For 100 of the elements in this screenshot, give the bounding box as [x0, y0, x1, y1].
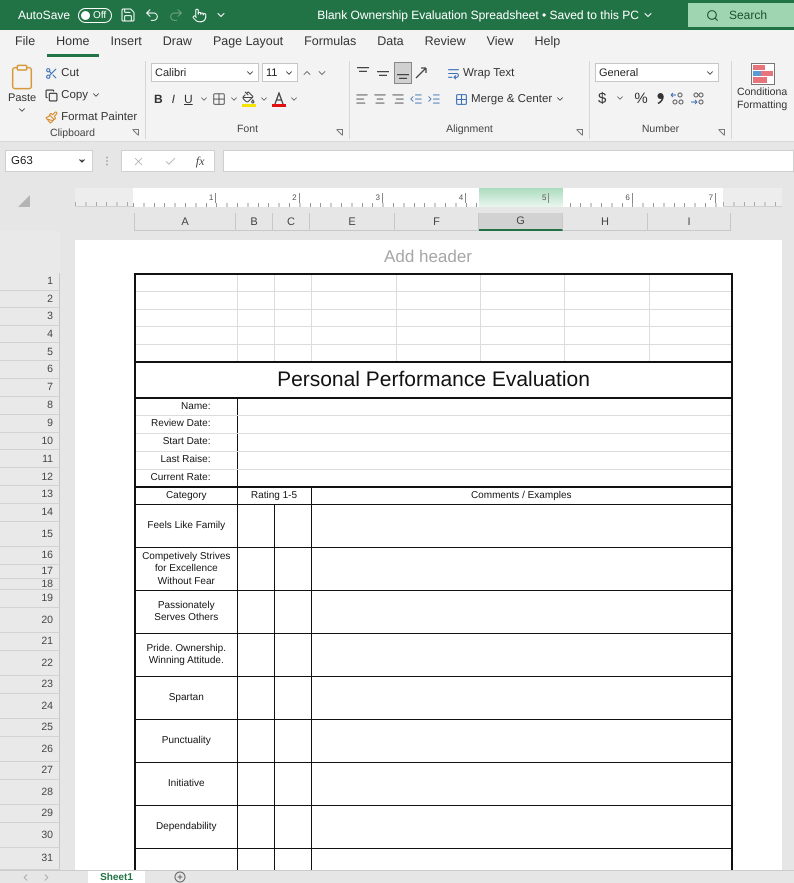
row-header[interactable]: 27 [0, 762, 60, 780]
name-box[interactable]: G63 [5, 150, 93, 172]
merge-center-button[interactable]: Merge & Center [453, 89, 568, 109]
font-size-field[interactable]: 11 [262, 63, 298, 82]
row-header[interactable]: 22 [0, 650, 60, 676]
insert-function-button[interactable]: fx [196, 154, 204, 168]
row-header[interactable]: 4 [0, 326, 60, 344]
rating-cell[interactable] [237, 590, 274, 634]
paste-button[interactable]: Paste [5, 63, 40, 127]
row-header[interactable]: 5 [0, 343, 60, 361]
rating-cell[interactable] [274, 548, 311, 591]
copy-button[interactable]: Copy [43, 85, 140, 105]
menu-tab[interactable]: View [478, 34, 523, 57]
row-header[interactable]: 3 [0, 308, 60, 326]
column-header[interactable]: G [479, 213, 563, 231]
row-header[interactable]: 2 [0, 290, 60, 308]
wrap-text-button[interactable]: Wrap Text [445, 63, 516, 83]
rating-cell[interactable] [237, 676, 274, 720]
dialog-launcher-icon[interactable] [718, 129, 725, 136]
column-header[interactable]: H [563, 213, 648, 231]
menu-tab[interactable]: Formulas [295, 34, 366, 57]
number-format-field[interactable]: General [595, 63, 719, 82]
rating-cell[interactable] [274, 720, 311, 763]
percent-button[interactable]: % [631, 88, 651, 108]
row-header[interactable]: 8 [0, 396, 60, 415]
currency-button[interactable]: $ [595, 88, 610, 108]
row-header[interactable]: 30 [0, 822, 60, 848]
column-header[interactable]: E [310, 213, 395, 231]
row-header[interactable]: 7 [0, 378, 60, 397]
row-header[interactable]: 26 [0, 736, 60, 762]
rating-cell[interactable] [274, 762, 311, 806]
ruler-mark: 5 [466, 192, 550, 202]
row-header[interactable]: 25 [0, 718, 60, 737]
row-header[interactable]: 16 [0, 546, 60, 565]
row-header[interactable]: 6 [0, 360, 60, 379]
rating-cell[interactable] [237, 548, 274, 591]
bold-button[interactable]: B [151, 89, 166, 109]
row-header[interactable]: 19 [0, 590, 60, 608]
rating-cell[interactable] [274, 806, 311, 849]
row-header[interactable]: 9 [0, 414, 60, 433]
menu-tab[interactable]: Draw [154, 34, 201, 57]
row-header[interactable]: 13 [0, 486, 60, 504]
row-header[interactable]: 14 [0, 504, 60, 522]
row-header[interactable]: 10 [0, 432, 60, 450]
menu-tab[interactable]: Review [416, 34, 475, 57]
row-header[interactable]: 23 [0, 676, 60, 694]
format-painter-button[interactable]: Format Painter [43, 107, 140, 127]
dialog-launcher-icon[interactable] [336, 129, 343, 136]
row-header[interactable]: 28 [0, 780, 60, 805]
undo-icon[interactable] [144, 7, 160, 23]
increase-decimal-icon[interactable] [670, 91, 684, 105]
touch-mode-icon[interactable] [192, 8, 208, 22]
dialog-launcher-icon[interactable] [132, 129, 139, 136]
decrease-decimal-icon[interactable] [690, 91, 704, 105]
menu-tab[interactable]: Help [526, 34, 570, 57]
rating-cell[interactable] [237, 720, 274, 763]
column-header[interactable]: I [648, 213, 731, 231]
autosave-toggle[interactable]: Off [78, 8, 112, 22]
rating-cell[interactable] [274, 504, 311, 548]
bottom-align-icon [397, 74, 409, 79]
rating-cell[interactable] [274, 590, 311, 634]
fill-color-icon[interactable] [242, 91, 256, 107]
rating-cell[interactable] [274, 634, 311, 677]
search-field[interactable]: Search [688, 3, 794, 27]
column-header[interactable]: C [273, 213, 310, 231]
italic-button[interactable]: I [168, 89, 178, 109]
font-color-icon[interactable] [272, 92, 286, 106]
menu-tab[interactable]: File [6, 34, 44, 57]
bottom-align-button[interactable] [395, 63, 411, 83]
underline-button[interactable]: U [181, 89, 196, 109]
save-icon[interactable] [120, 7, 136, 23]
menu-tab[interactable]: Page Layout [204, 34, 292, 57]
conditional-formatting-button[interactable]: Conditiona Formatting [737, 63, 788, 139]
row-header[interactable]: 15 [0, 522, 60, 547]
rating-cell[interactable] [237, 634, 274, 677]
cut-button[interactable]: Cut [43, 63, 140, 83]
rating-cell[interactable] [237, 762, 274, 806]
column-header[interactable]: F [395, 213, 479, 231]
row-header[interactable]: 17 [0, 564, 60, 579]
row-header[interactable]: 21 [0, 632, 60, 651]
sheet-tab[interactable]: Sheet1 [88, 870, 145, 883]
row-header[interactable]: 12 [0, 468, 60, 486]
row-header[interactable]: 20 [0, 608, 60, 633]
row-header[interactable]: 18 [0, 578, 60, 590]
new-sheet-icon[interactable] [174, 871, 186, 883]
menu-tab[interactable]: Insert [102, 34, 151, 57]
column-header[interactable]: B [236, 213, 273, 231]
dialog-launcher-icon[interactable] [576, 129, 583, 136]
rating-cell[interactable] [237, 504, 274, 548]
font-name-field[interactable]: Calibri [151, 63, 259, 82]
row-header[interactable]: 11 [0, 450, 60, 468]
row-header[interactable]: 29 [0, 804, 60, 823]
menu-tab[interactable]: Data [368, 34, 413, 57]
rating-cell[interactable] [274, 676, 311, 720]
rating-cell[interactable] [237, 806, 274, 849]
orientation-icon[interactable] [415, 67, 427, 79]
row-header[interactable]: 1 [0, 273, 60, 291]
row-header[interactable]: 24 [0, 694, 60, 719]
column-header[interactable]: A [134, 213, 236, 231]
comma-style-icon[interactable] [656, 92, 664, 104]
